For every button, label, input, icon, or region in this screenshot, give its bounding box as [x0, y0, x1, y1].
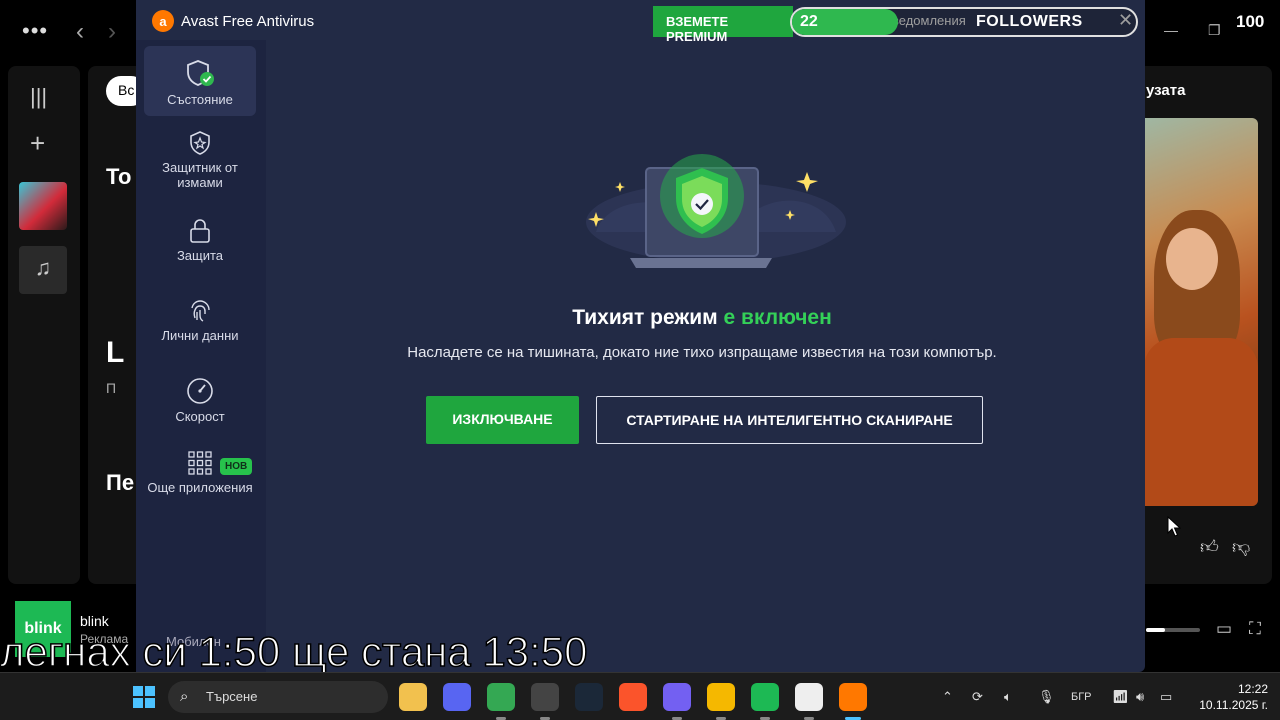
sidebar-item-speed[interactable]: Скорост — [144, 377, 256, 427]
miniplayer-icon[interactable]: ▭ — [1216, 619, 1232, 639]
volume-icon[interactable]: 🔈︎ — [1004, 689, 1012, 705]
turn-off-button[interactable]: ИЗКЛЮЧВАНЕ — [426, 396, 579, 444]
microphone-icon[interactable]: 🎙︎ — [1038, 689, 1055, 705]
speaker-icon[interactable]: 🔊︎ — [1136, 689, 1144, 705]
maximize-icon[interactable]: ❐ — [1208, 22, 1221, 39]
tray-sync-icon[interactable]: ⟳ — [972, 689, 983, 705]
section-letter-sub: П — [106, 380, 117, 396]
laptop-shield-illustration — [586, 154, 846, 268]
spotify-icon[interactable] — [751, 683, 779, 711]
screen: ••• ‹ › ||| + ♫ Вс То L П Пе узата 👍︎ 👎︎… — [0, 0, 1280, 720]
search-placeholder: Търсене — [206, 689, 258, 704]
library-icon[interactable]: ||| — [30, 84, 47, 110]
status-title-main: Тихият режим — [572, 306, 718, 329]
grid-icon — [188, 451, 212, 475]
sidebar-item-more-apps[interactable]: НОВ Още приложения — [144, 450, 256, 516]
new-badge: НОВ — [220, 458, 253, 475]
photo-face — [1166, 228, 1218, 290]
smart-scan-button[interactable]: СТАРТИРАНЕ НА ИНТЕЛИГЕНТНО СКАНИРАНЕ — [596, 396, 983, 444]
clock-time: 12:22 — [1237, 682, 1268, 696]
volume-fill — [1146, 628, 1165, 632]
followers-goal-bar: 22 FOLLOWERS — [790, 7, 1138, 37]
followers-label: FOLLOWERS — [976, 13, 1083, 30]
language-indicator[interactable]: БГР — [1071, 691, 1092, 703]
clock[interactable]: 12:22 10.11.2025 г. — [1194, 681, 1268, 713]
tray-overflow-icon[interactable]: ⌃ — [942, 689, 953, 705]
wifi-icon[interactable]: 📶︎ — [1112, 689, 1129, 705]
viber-icon[interactable] — [663, 683, 691, 711]
obs-icon[interactable] — [531, 683, 559, 711]
status-description: Насладете се на тишината, докато ние тих… — [407, 344, 997, 361]
clock-date: 10.11.2025 г. — [1199, 698, 1268, 712]
section-heading-2: Пе — [106, 470, 135, 495]
mouse-cursor-icon — [1167, 516, 1181, 537]
coin-app-icon[interactable] — [707, 683, 735, 711]
sidebar-item-label: Още приложения — [147, 480, 253, 495]
music-note-icon[interactable]: ♫ — [19, 246, 67, 294]
sidebar-item-label: Лични данни — [161, 328, 239, 343]
stream-caption: легнах си 1:50 ще стана 13:50 — [0, 627, 588, 676]
playlist-thumbnail[interactable] — [19, 182, 67, 230]
minimize-icon[interactable]: — — [1164, 22, 1178, 38]
status-title: Тихият режим е включен — [136, 306, 1268, 330]
chrome-icon[interactable] — [487, 683, 515, 711]
avast-icon[interactable] — [839, 683, 867, 711]
add-icon[interactable]: + — [30, 128, 45, 159]
forward-arrow-icon[interactable]: › — [108, 18, 116, 46]
discord-icon[interactable] — [443, 683, 471, 711]
followers-count: 22 — [800, 13, 818, 30]
search-icon: ⌕ — [180, 688, 189, 705]
avast-window: a Avast Free Antivirus ВЗЕМЕТЕ PREMIUM в… — [136, 0, 1145, 672]
volume-bar[interactable] — [1146, 628, 1200, 632]
windows-taskbar: ⌕ Търсене ⌃ ⟳ 🔈︎ 🎙︎ БГР 📶︎ 🔊︎ ▭ 12:22 10… — [0, 672, 1280, 720]
spotify-menu-icon[interactable]: ••• — [22, 18, 48, 44]
file-explorer-icon[interactable] — [399, 683, 427, 711]
ad-name[interactable]: blink — [80, 613, 109, 629]
section-heading: То — [106, 164, 132, 189]
section-letter: L — [106, 336, 125, 369]
speedometer-icon — [187, 378, 213, 404]
brave-icon[interactable] — [619, 683, 647, 711]
battery-icon[interactable]: ▭ — [1160, 689, 1172, 705]
thumbs-down-icon[interactable]: 👎︎ — [1232, 536, 1250, 558]
status-title-state: е включен — [723, 306, 832, 329]
now-playing-title: узата — [1146, 82, 1186, 99]
thumbs-up-icon[interactable]: 👍︎ — [1200, 536, 1219, 558]
back-arrow-icon[interactable]: ‹ — [76, 18, 84, 46]
windows-start-icon[interactable] — [132, 685, 156, 709]
photo-shirt — [1144, 338, 1258, 506]
sidebar-item-label: Скорост — [175, 409, 225, 424]
taskbar-search[interactable]: ⌕ Търсене — [168, 681, 388, 713]
steam-icon[interactable] — [575, 683, 603, 711]
fullscreen-icon[interactable]: ⛶ — [1249, 619, 1261, 639]
notepad-icon[interactable] — [795, 683, 823, 711]
followers-goal: 100 — [1236, 12, 1265, 31]
